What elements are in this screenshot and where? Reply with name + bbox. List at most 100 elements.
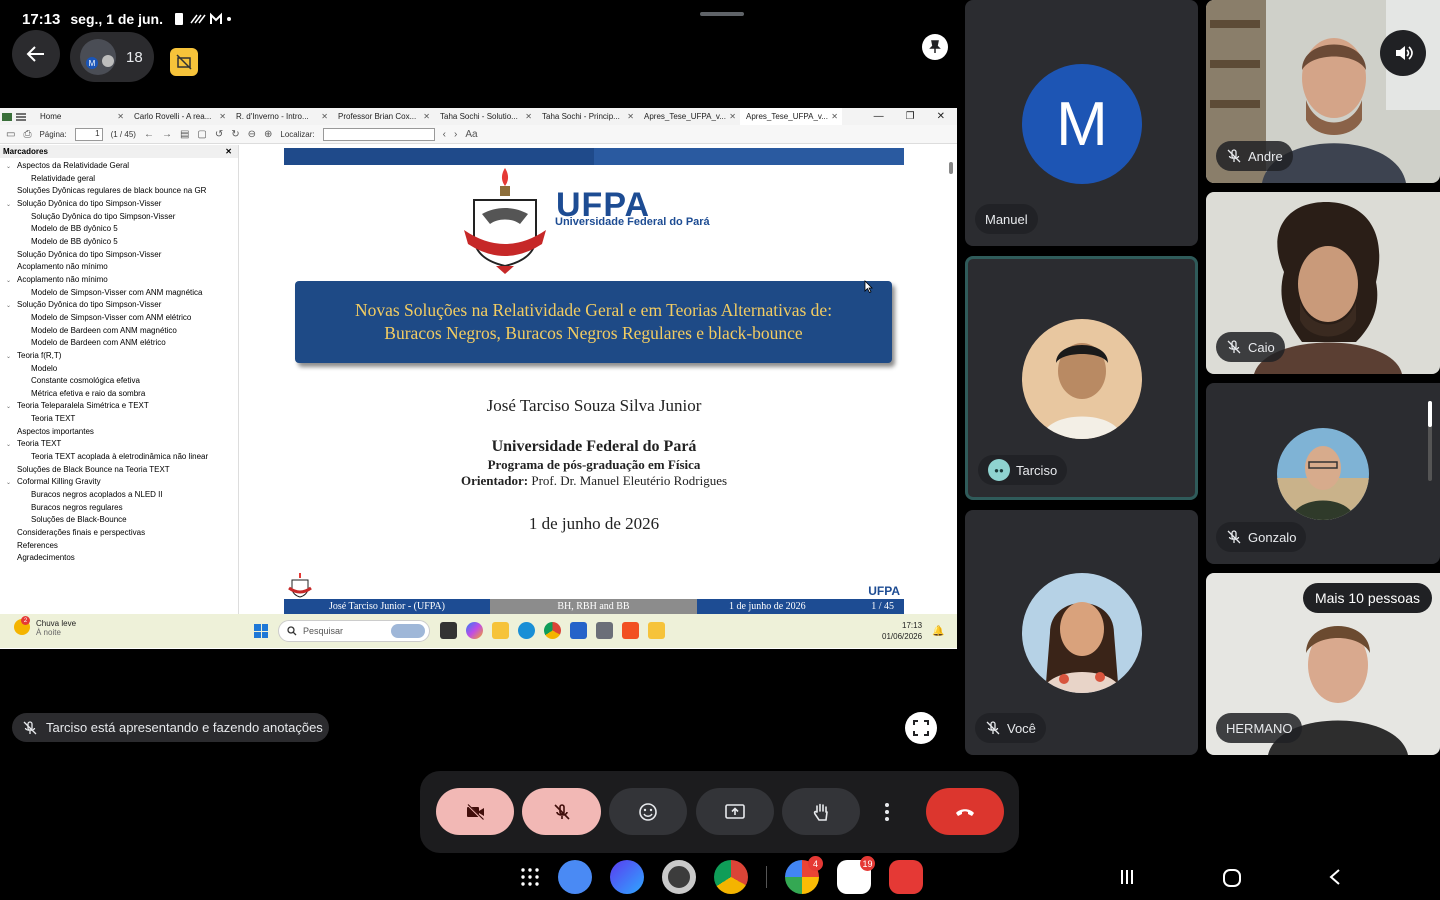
weather-widget[interactable]: 2 Chuva leve À noite (14, 616, 76, 637)
more-people-badge[interactable]: Mais 10 pessoas (1302, 583, 1432, 613)
close-icon[interactable]: ✕ (321, 112, 328, 121)
home-icon[interactable] (1222, 868, 1242, 888)
close-icon[interactable]: ✕ (831, 112, 838, 121)
draw-app-icon[interactable] (622, 622, 639, 639)
minimize-icon[interactable]: — (874, 111, 884, 122)
bookmark-item[interactable]: Teoria TEXT (0, 413, 238, 426)
chrome-app-icon[interactable] (714, 860, 748, 894)
bookmark-item[interactable]: Métrica efetiva e raio da sombra (0, 388, 238, 401)
participant-tile-gonzalo[interactable]: Gonzalo (1206, 383, 1440, 564)
gmail-app-icon[interactable]: 19 (837, 856, 875, 894)
zoom-in-icon[interactable]: ⊕ (264, 129, 272, 140)
bookmark-item[interactable]: ⌄ Solução Dyônica do tipo Simpson-Visser (0, 198, 238, 211)
bookmark-item[interactable]: Modelo de Bardeen com ANM magnético (0, 325, 238, 338)
windows-start-icon[interactable] (254, 624, 268, 638)
bookmark-item[interactable]: Modelo de BB dyônico 5 (0, 236, 238, 249)
find-prev-icon[interactable]: ‹ (443, 129, 446, 140)
close-icon[interactable]: ✕ (627, 112, 634, 121)
bookmark-item[interactable]: ⌄ Teoria f(R,T) (0, 350, 238, 363)
rotate-left-icon[interactable]: ↺ (215, 129, 223, 140)
bookmark-item[interactable]: Modelo (0, 363, 238, 376)
audio-output-button[interactable] (1380, 30, 1426, 76)
tab-document[interactable]: Taha Sochi - Princip... ✕ (536, 108, 638, 125)
participant-tile-manuel[interactable]: M Manuel (965, 0, 1198, 246)
grid-scrollbar[interactable] (1428, 401, 1432, 481)
scroll-thumb[interactable] (949, 162, 953, 174)
bookmark-item[interactable]: Buracos negros acoplados a NLED II (0, 489, 238, 502)
bookmark-item[interactable]: ⌄ Teoria Teleparalela Simétrica e TEXT (0, 400, 238, 413)
zoom-out-icon[interactable]: ⊖ (248, 129, 256, 140)
participant-tile-hermano[interactable]: Mais 10 pessoas HERMANO (1206, 573, 1440, 755)
bookmark-item[interactable]: Soluções de Black Bounce na Teoria TEXT (0, 464, 238, 477)
file-explorer-icon[interactable] (492, 622, 509, 639)
bookmark-item[interactable]: Considerações finais e perspectivas (0, 527, 238, 540)
expand-toggle-icon[interactable]: ⌄ (6, 199, 17, 211)
pin-button[interactable] (922, 34, 948, 60)
task-view-icon[interactable] (440, 622, 457, 639)
bookmark-item[interactable]: Modelo de BB dyônico 5 (0, 223, 238, 236)
drag-handle[interactable] (700, 12, 744, 16)
bookmark-item[interactable]: Agradecimentos (0, 552, 238, 565)
close-icon[interactable]: ✕ (729, 112, 736, 121)
browser-app-icon[interactable] (610, 860, 644, 894)
back-nav-icon[interactable] (1328, 868, 1342, 886)
bookmark-item[interactable]: ⌄ Acoplamento não mínimo (0, 274, 238, 287)
pdf-viewer-icon[interactable] (648, 622, 665, 639)
fit-width-icon[interactable]: ▢ (197, 129, 206, 140)
pdf-app-icon[interactable] (889, 860, 923, 894)
restore-icon[interactable]: ❐ (906, 111, 915, 122)
menu-icon[interactable] (14, 108, 28, 125)
bookmark-item[interactable]: Buracos negros regulares (0, 502, 238, 515)
app-drawer-icon[interactable] (520, 867, 540, 887)
fit-page-icon[interactable]: ▤ (180, 129, 189, 140)
document-scrollbar[interactable] (949, 148, 955, 608)
find-next-icon[interactable]: › (454, 129, 457, 140)
camera-icon[interactable] (596, 622, 613, 639)
reactions-button[interactable] (609, 788, 687, 835)
expand-toggle-icon[interactable]: ⌄ (6, 300, 17, 312)
close-icon[interactable]: ✕ (423, 112, 430, 121)
tab-document[interactable]: Apres_Tese_UFPA_v... ✕ (638, 108, 740, 125)
participant-tile-caio[interactable]: Caio (1206, 192, 1440, 374)
edge-icon[interactable] (518, 622, 535, 639)
print-icon[interactable]: ⎙ (23, 129, 31, 140)
bookmark-item[interactable]: Soluções Dyônicas regulares de black bou… (0, 185, 238, 198)
taskbar-search[interactable]: Pesquisar (278, 620, 430, 642)
close-icon[interactable]: ✕ (225, 147, 232, 156)
leave-call-button[interactable] (926, 788, 1004, 835)
bookmark-item[interactable]: ⌄ Teoria TEXT (0, 438, 238, 451)
copilot-icon[interactable] (466, 622, 483, 639)
bookmark-item[interactable]: ⌄ Coformal Killing Gravity (0, 476, 238, 489)
mic-toggle-button[interactable] (522, 788, 601, 835)
annotation-toggle-button[interactable] (170, 48, 198, 76)
camera-app-icon[interactable] (662, 860, 696, 894)
bookmark-item[interactable]: Solução Dyônica do tipo Simpson-Visser (0, 249, 238, 262)
bookmark-item[interactable]: Soluções de Black-Bounce (0, 514, 238, 527)
bookmark-item[interactable]: Modelo de Simpson-Visser com ANM elétric… (0, 312, 238, 325)
open-folder-icon[interactable]: ▭ (6, 129, 15, 140)
expand-toggle-icon[interactable]: ⌄ (6, 275, 17, 287)
page-input[interactable]: 1 (74, 127, 103, 141)
expand-toggle-icon[interactable]: ⌄ (6, 161, 17, 173)
bookmark-item[interactable]: Solução Dyônica do tipo Simpson-Visser (0, 211, 238, 224)
tab-document[interactable]: R. d'Inverno - Intro... ✕ (230, 108, 332, 125)
expand-toggle-icon[interactable]: ⌄ (6, 351, 17, 363)
close-icon[interactable]: ✕ (117, 112, 124, 121)
tab-document[interactable]: Professor Brian Cox... ✕ (332, 108, 434, 125)
bookmark-item[interactable]: Constante cosmológica efetiva (0, 375, 238, 388)
expand-toggle-icon[interactable]: ⌄ (6, 477, 17, 489)
find-input[interactable] (322, 127, 435, 141)
store-icon[interactable] (570, 622, 587, 639)
bookmark-item[interactable]: Teoria TEXT acoplada à eletrodinâmica nã… (0, 451, 238, 464)
notifications-icon[interactable]: 🔔 (932, 626, 944, 637)
participant-tile-voce[interactable]: Você (965, 510, 1198, 755)
window-close-icon[interactable]: ✕ (937, 111, 945, 122)
tab-home[interactable]: Home ✕ (28, 108, 128, 125)
bookmark-item[interactable]: References (0, 540, 238, 553)
close-icon[interactable]: ✕ (525, 112, 532, 121)
bookmark-item[interactable]: Modelo de Simpson-Visser com ANM magnéti… (0, 287, 238, 300)
tab-document[interactable]: Carlo Rovelli - A rea... ✕ (128, 108, 230, 125)
tab-document-active[interactable]: Apres_Tese_UFPA_v... ✕ (740, 108, 842, 125)
chrome-icon[interactable] (544, 622, 561, 639)
bookmark-item[interactable]: Aspectos importantes (0, 426, 238, 439)
